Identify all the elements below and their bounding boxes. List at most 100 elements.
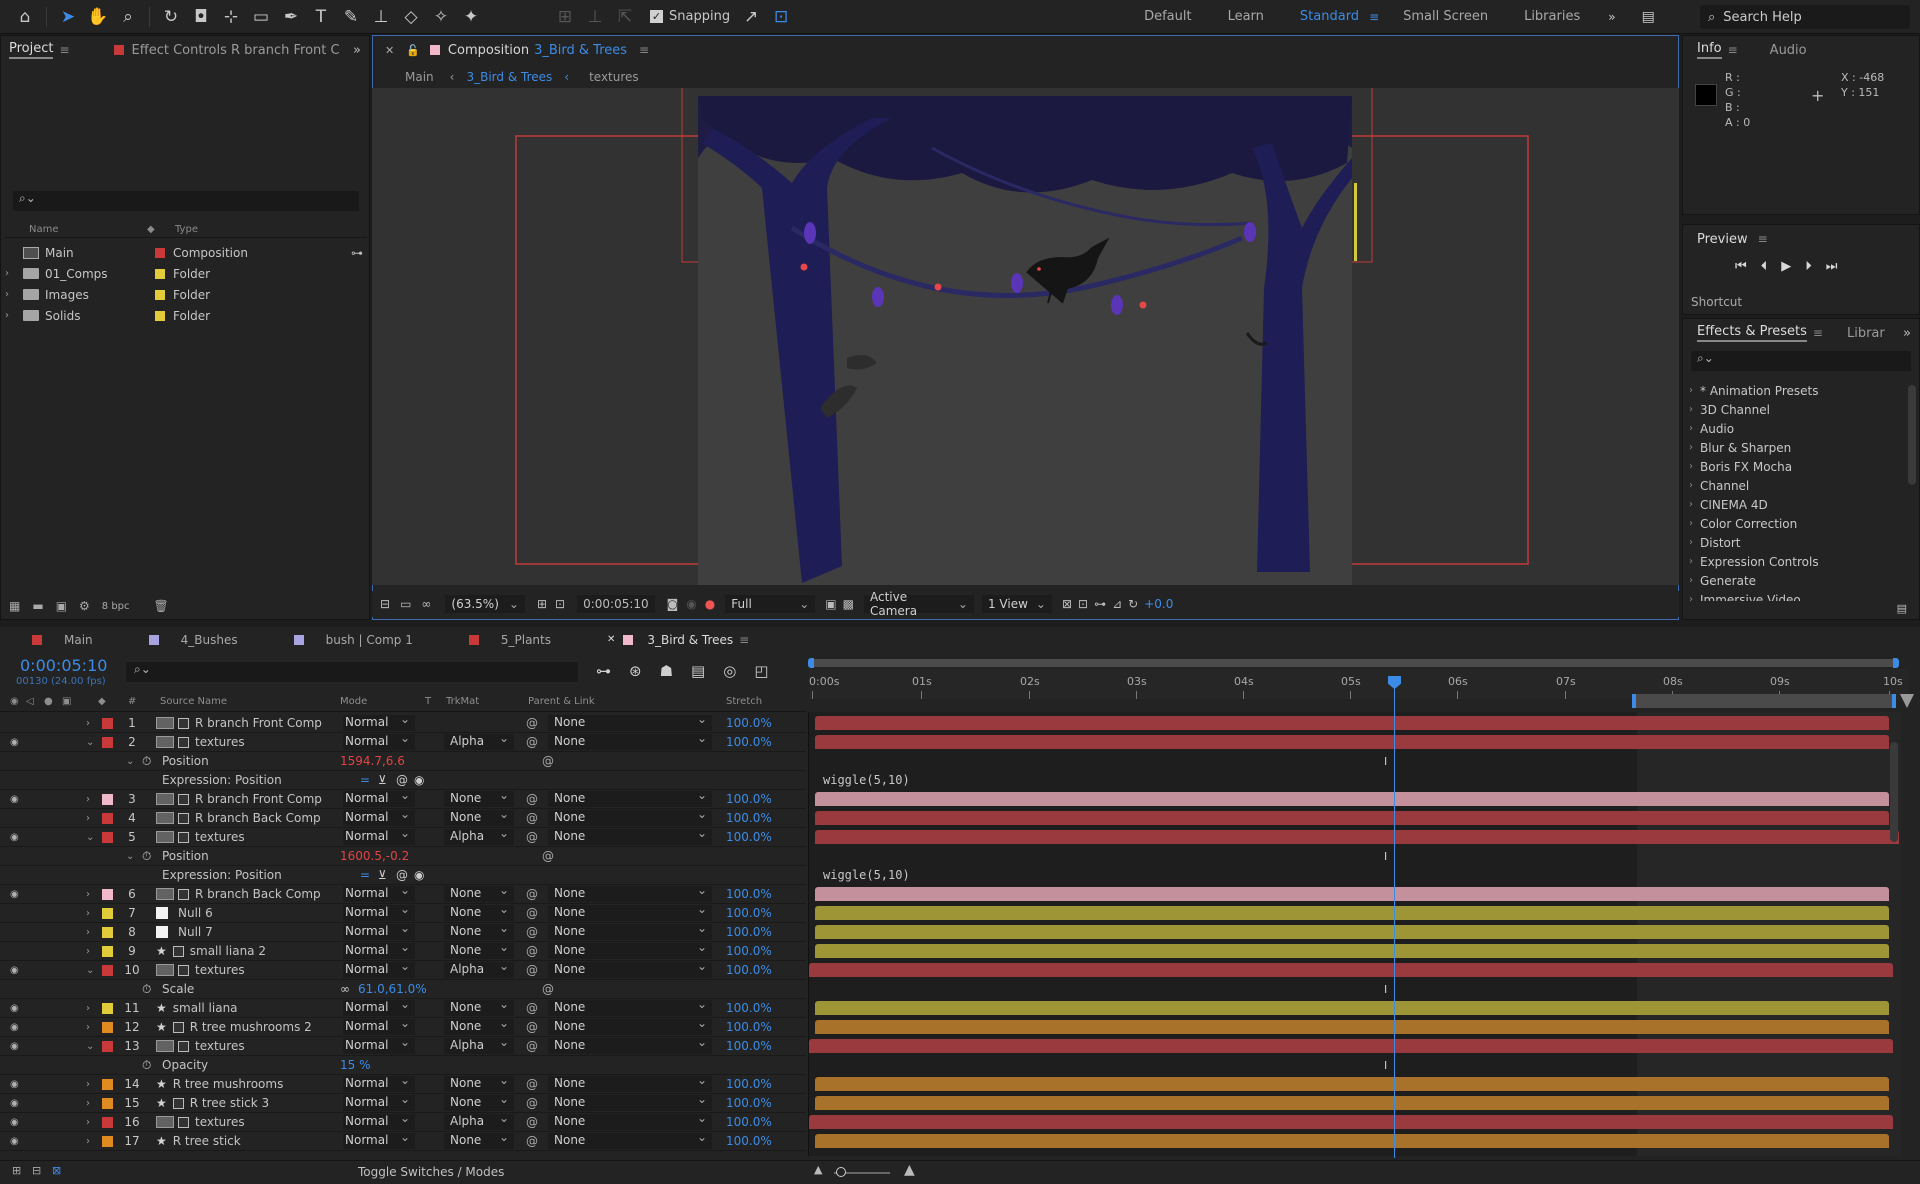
- column-trkmat[interactable]: TrkMat: [446, 696, 479, 707]
- label-color-swatch[interactable]: [102, 907, 113, 919]
- tab-info[interactable]: Info ≡: [1697, 41, 1738, 59]
- layer-source[interactable]: Null 7: [156, 925, 213, 939]
- solo-header-icon[interactable]: ●: [44, 696, 53, 707]
- chevron-right-icon[interactable]: ›: [5, 268, 23, 279]
- panel-menu-icon[interactable]: ≡: [1758, 232, 1768, 246]
- timeline-tab-5-plants[interactable]: 5_Plants: [468, 633, 551, 647]
- label-header-icon[interactable]: ◆: [98, 696, 106, 707]
- constrain-proportions-icon[interactable]: ∞: [340, 982, 350, 996]
- rectangle-tool-icon[interactable]: ▭: [246, 2, 276, 32]
- parent-dropdown[interactable]: None: [548, 712, 712, 731]
- layer-source[interactable]: textures: [156, 1039, 245, 1053]
- layer-duration-bar[interactable]: [815, 906, 1889, 920]
- parent-dropdown[interactable]: None: [548, 959, 712, 978]
- tab-composition[interactable]: Composition 3_Bird & Trees: [448, 43, 627, 58]
- puppet-pin-tool-icon[interactable]: ✦: [456, 2, 486, 32]
- breadcrumb-item-current[interactable]: 3_Bird & Trees: [466, 70, 552, 84]
- stretch-value[interactable]: 100.0%: [726, 1020, 772, 1034]
- chevron-right-icon[interactable]: ›: [86, 946, 90, 957]
- property-value[interactable]: 1594.7,6.6: [340, 754, 405, 768]
- tab-libraries[interactable]: Librar: [1847, 326, 1885, 341]
- delete-icon[interactable]: 🗑: [154, 599, 169, 613]
- chevron-right-icon[interactable]: ›: [86, 1117, 90, 1128]
- blend-mode-dropdown[interactable]: Normal: [343, 997, 415, 1016]
- pickwhip-icon[interactable]: @: [542, 982, 554, 996]
- layer-source[interactable]: Null 6: [156, 906, 213, 920]
- chevron-down-icon[interactable]: ⌄: [126, 851, 134, 862]
- pickwhip-icon[interactable]: @: [526, 811, 538, 825]
- blend-mode-dropdown[interactable]: Normal: [343, 731, 415, 750]
- interpret-footage-icon[interactable]: ▦: [9, 599, 20, 613]
- type-tool-icon[interactable]: T: [306, 2, 336, 32]
- pickwhip-icon[interactable]: @: [542, 754, 554, 768]
- chevron-right-icon[interactable]: ›: [86, 1003, 90, 1014]
- track-matte-dropdown[interactable]: None: [444, 940, 514, 959]
- monitor-icon[interactable]: ▭: [400, 597, 411, 611]
- pickwhip-icon[interactable]: @: [526, 1096, 538, 1110]
- hand-tool-icon[interactable]: ✋: [83, 2, 113, 32]
- blend-mode-dropdown[interactable]: Normal: [343, 959, 415, 978]
- label-color-swatch[interactable]: [102, 1116, 113, 1128]
- layer-row[interactable]: ◉ ⌄ 10 textures Normal Alpha @ None 100.0%: [0, 959, 806, 980]
- track-matte-dropdown[interactable]: Alpha: [444, 826, 514, 845]
- new-folder-icon[interactable]: ▬: [32, 599, 43, 613]
- shy-layers-icon[interactable]: ☗: [660, 662, 673, 680]
- pickwhip-icon[interactable]: @: [526, 830, 538, 844]
- eye-icon[interactable]: ◉: [10, 1117, 19, 1128]
- workspace-learn[interactable]: Learn: [1228, 9, 1264, 24]
- effect-category[interactable]: › Boris FX Mocha: [1683, 457, 1905, 476]
- track-matte-dropdown[interactable]: None: [444, 1073, 514, 1092]
- work-area-end-handle[interactable]: [1893, 658, 1899, 668]
- breadcrumb-item-main[interactable]: Main: [405, 70, 434, 84]
- layer-source[interactable]: textures: [156, 830, 245, 844]
- chevron-down-icon[interactable]: ⌄: [86, 737, 94, 748]
- eraser-tool-icon[interactable]: ◇: [396, 2, 426, 32]
- label-color-swatch[interactable]: [102, 736, 113, 748]
- keyframe-marker[interactable]: I: [1384, 850, 1387, 863]
- parent-dropdown[interactable]: None: [548, 731, 712, 750]
- home-icon[interactable]: ⌂: [10, 2, 40, 32]
- fast-previews-icon[interactable]: ▣: [825, 597, 836, 611]
- timeline-tab-4-bushes[interactable]: 4_Bushes: [148, 633, 238, 647]
- track-matte-dropdown[interactable]: None: [444, 883, 514, 902]
- chevron-right-icon[interactable]: ›: [86, 1079, 90, 1090]
- effect-category[interactable]: › CINEMA 4D: [1683, 495, 1905, 514]
- parent-dropdown[interactable]: None: [548, 1016, 712, 1035]
- pen-tool-icon[interactable]: ✒: [276, 2, 306, 32]
- keyframe-marker[interactable]: I: [1384, 983, 1387, 996]
- workspace-panel-icon[interactable]: ▤: [1642, 9, 1655, 25]
- track-matte-dropdown[interactable]: Alpha: [444, 731, 514, 750]
- timeline-scrollbar[interactable]: [1890, 742, 1898, 842]
- expression-menu-icon[interactable]: ◉: [414, 773, 424, 787]
- column-t[interactable]: T: [425, 696, 431, 707]
- keyframe-marker[interactable]: I: [1384, 1059, 1387, 1072]
- timeline-tab-main[interactable]: Main: [32, 633, 93, 647]
- layer-duration-bar[interactable]: [809, 1115, 1893, 1129]
- track-matte-dropdown[interactable]: Alpha: [444, 1111, 514, 1130]
- snap-features-icon[interactable]: ⊡: [766, 2, 796, 32]
- work-area-bar[interactable]: [810, 659, 1898, 667]
- expression-toggle-icon[interactable]: =: [360, 773, 370, 787]
- effect-category[interactable]: › Immersive Video: [1683, 590, 1905, 602]
- stretch-value[interactable]: 100.0%: [726, 1077, 772, 1091]
- flowchart-icon[interactable]: ⊶: [351, 246, 363, 260]
- chevron-right-icon[interactable]: ›: [86, 718, 90, 729]
- stretch-value[interactable]: 100.0%: [726, 830, 772, 844]
- tab-audio[interactable]: Audio: [1770, 43, 1807, 58]
- pan-behind-tool-icon[interactable]: ⊹: [216, 2, 246, 32]
- chevron-right-icon[interactable]: ›: [5, 289, 23, 300]
- next-frame-icon[interactable]: ⏵: [1805, 259, 1812, 274]
- stretch-value[interactable]: 100.0%: [726, 887, 772, 901]
- motion-blur-icon[interactable]: ◎: [723, 662, 736, 680]
- view-layout-dropdown[interactable]: 1 View ⌄: [981, 595, 1052, 613]
- label-color-swatch[interactable]: [102, 964, 113, 976]
- tab-effect-controls[interactable]: Effect Controls R branch Front C: [113, 43, 340, 58]
- composition-viewer[interactable]: [372, 83, 1679, 590]
- snapping-checkbox[interactable]: ✓ Snapping: [650, 9, 730, 24]
- blend-mode-dropdown[interactable]: Normal: [343, 902, 415, 921]
- track-matte-dropdown[interactable]: None: [444, 807, 514, 826]
- timeline-tab-3-bird-trees[interactable]: ✕ 3_Bird & Trees ≡: [607, 633, 749, 647]
- effect-category[interactable]: › Channel: [1683, 476, 1905, 495]
- layer-duration-bar[interactable]: [815, 944, 1889, 958]
- brush-tool-icon[interactable]: ✎: [336, 2, 366, 32]
